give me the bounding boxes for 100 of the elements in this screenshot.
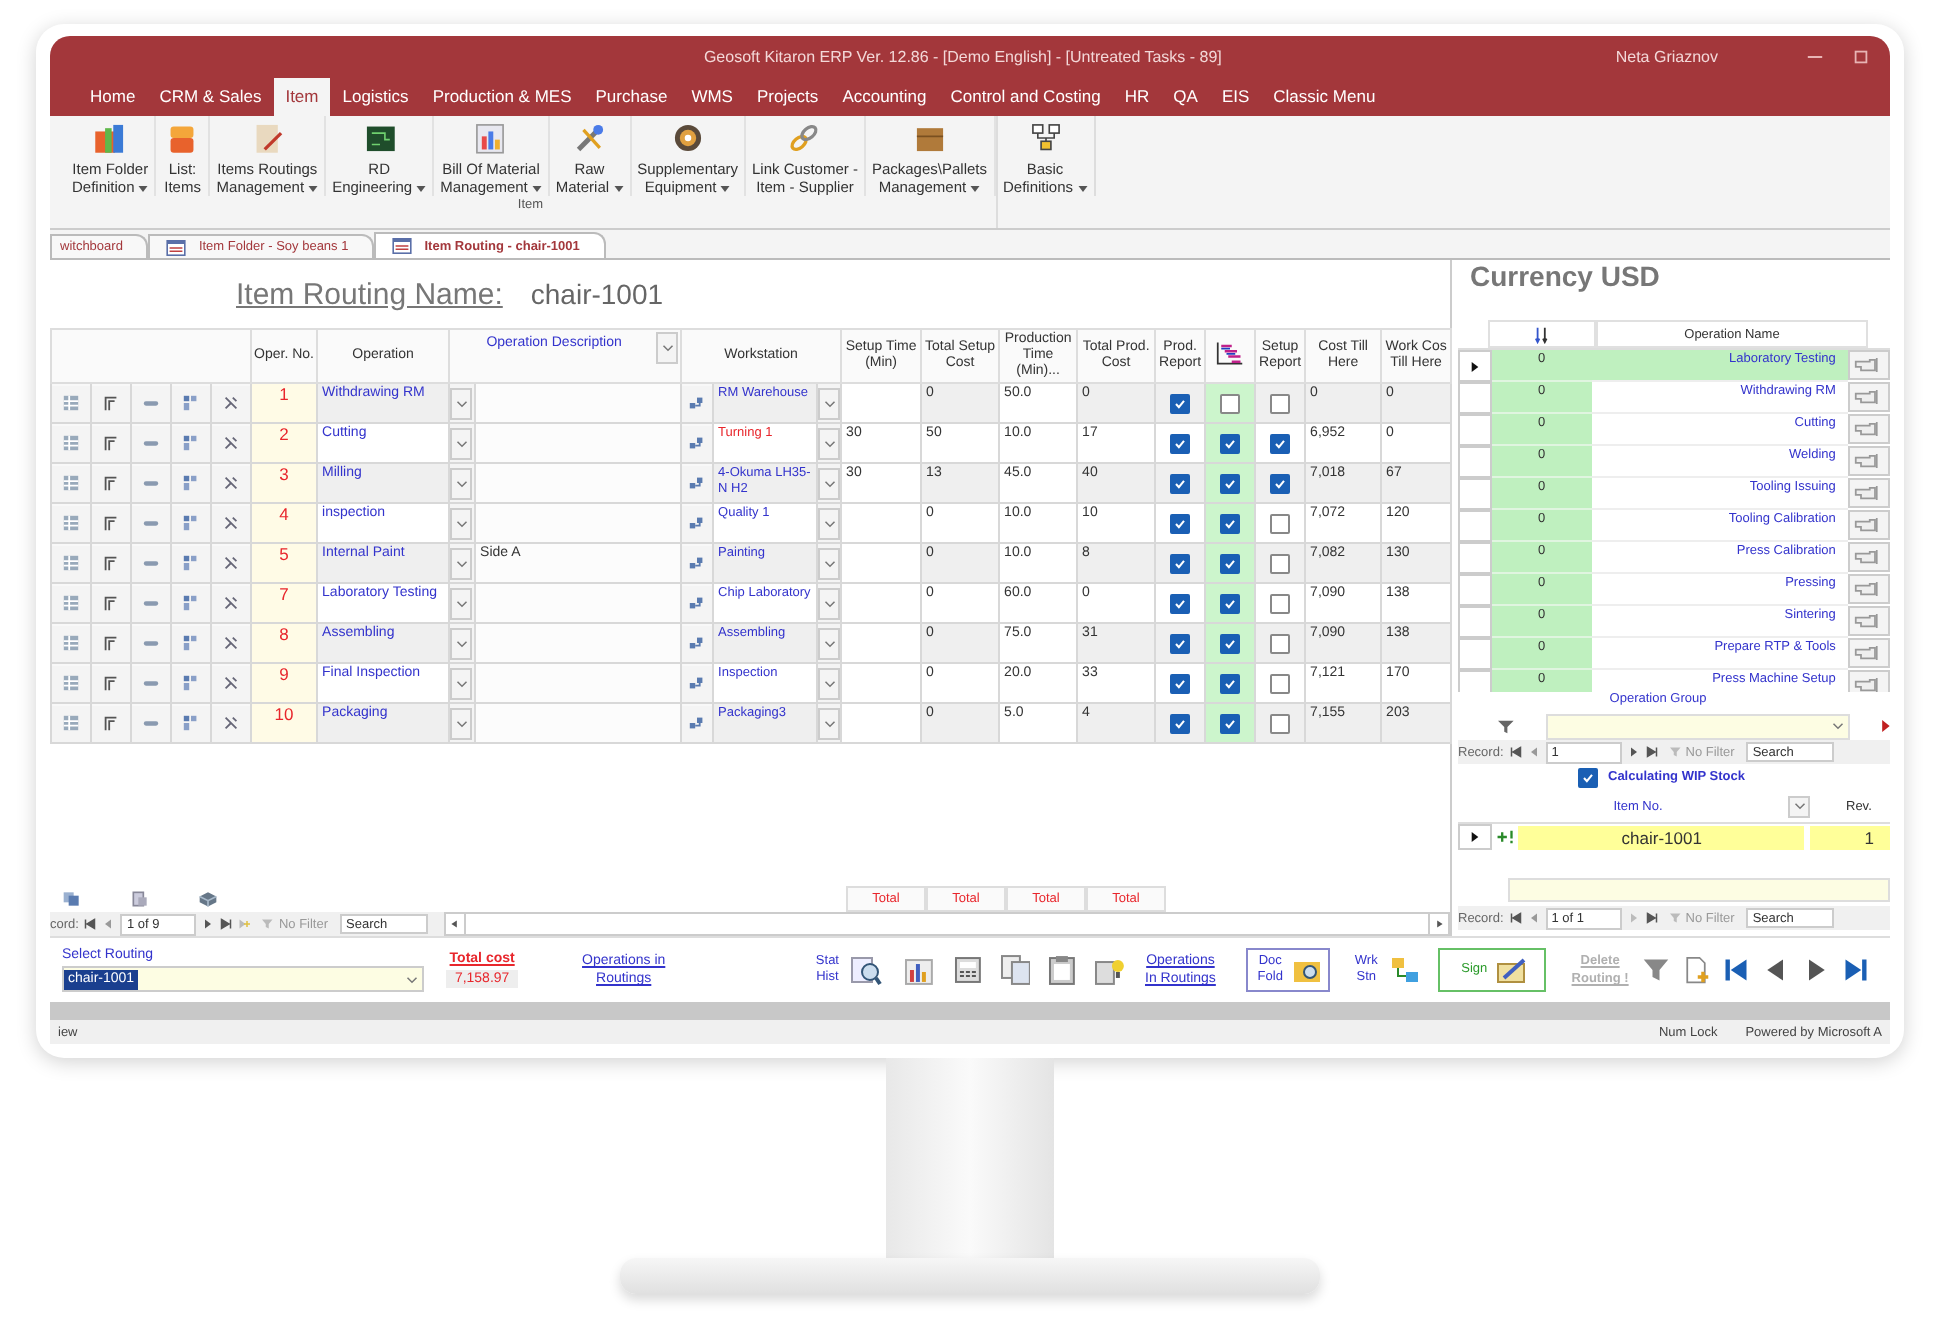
last-record-icon[interactable] [1645,746,1658,758]
checkbox[interactable] [1220,473,1241,493]
row-tool-button[interactable] [92,585,130,621]
checkbox[interactable] [1170,553,1191,573]
menu-tab[interactable]: Production & MES [420,78,584,116]
description-cell[interactable] [475,503,682,543]
row-tool-button[interactable] [92,545,130,581]
checkbox[interactable] [1220,673,1241,693]
checkbox[interactable] [1220,593,1241,613]
menu-tab[interactable]: Purchase [583,78,680,116]
checkbox[interactable] [1270,593,1291,613]
last-record-icon[interactable] [220,918,233,930]
workstation-link-button[interactable] [682,625,713,661]
lightbulb-icon[interactable] [1094,954,1127,986]
dropdown-button[interactable] [450,627,473,659]
row-tool-button[interactable] [92,625,130,661]
menu-tab[interactable]: Home [78,78,148,116]
menu-tab[interactable]: Projects [744,78,831,116]
dropdown-button[interactable] [818,587,841,619]
setup-time-cell[interactable] [841,663,922,703]
first-record-icon[interactable] [84,918,97,930]
scroll-right-icon[interactable] [1428,914,1448,934]
pointer-button[interactable] [1847,606,1890,636]
row-tool-button[interactable] [92,505,130,541]
row-tool-button[interactable] [212,625,251,661]
checkbox[interactable] [1170,673,1191,693]
row-tool-button[interactable] [212,385,251,421]
row-tool-button[interactable] [212,505,251,541]
workstation-link-button[interactable] [682,585,713,621]
horizontal-scrollbar[interactable] [444,912,1450,936]
workstation-link-button[interactable] [682,705,713,741]
checkbox[interactable] [1170,633,1191,653]
pointer-button[interactable] [1847,446,1890,476]
filter-icon[interactable] [1642,956,1670,984]
pointer-button[interactable] [1847,574,1890,604]
dropdown-button[interactable] [450,707,473,739]
menu-tab[interactable]: Control and Costing [938,78,1113,116]
row-tool-button[interactable] [92,465,130,501]
menu-tab[interactable]: EIS [1209,78,1262,116]
checkbox[interactable] [1170,433,1191,453]
dropdown-button[interactable] [818,667,841,699]
dropdown-button[interactable] [450,507,473,539]
row-tool-button[interactable] [212,545,251,581]
pointer-button[interactable] [1847,670,1890,692]
checkbox[interactable] [1270,513,1291,533]
dropdown-button[interactable] [450,587,473,619]
menu-tab[interactable]: Classic Menu [1261,78,1388,116]
setup-time-cell[interactable] [841,583,922,623]
row-tool-button[interactable] [212,585,251,621]
row-tool-button[interactable] [212,425,251,461]
row-tool-button[interactable] [212,705,251,741]
dropdown-button[interactable] [818,547,841,579]
checkbox[interactable] [1170,513,1191,533]
dropdown-button[interactable] [450,427,473,459]
checkbox[interactable] [1220,553,1241,573]
pointer-button[interactable] [1847,382,1890,412]
description-cell[interactable] [475,463,682,503]
row-tool-button[interactable] [92,665,130,701]
menu-tab[interactable]: Accounting [830,78,939,116]
dropdown-button[interactable] [450,547,473,579]
row-tool-button[interactable] [92,385,130,421]
workstation-link-button[interactable] [682,465,713,501]
dropdown-button[interactable] [818,427,841,459]
workstation-link-button[interactable] [682,425,713,461]
setup-time-cell[interactable] [841,623,922,663]
document-icon[interactable] [130,889,150,907]
dropdown-button[interactable] [818,387,841,419]
checkbox[interactable] [1270,633,1291,653]
description-cell[interactable] [475,583,682,623]
next-record-icon[interactable] [202,918,215,930]
copy-icon[interactable] [62,889,82,907]
item-no-cell[interactable]: chair-1001 [1518,825,1805,849]
description-cell[interactable] [475,383,682,423]
pointer-button[interactable] [1847,638,1890,668]
dropdown-button[interactable] [656,332,679,364]
last-record-icon[interactable] [1645,912,1658,924]
dropdown-button[interactable] [450,467,473,499]
bar-chart-icon[interactable] [903,954,936,986]
new-record-icon[interactable] [238,918,251,930]
row-tool-button[interactable] [92,425,130,461]
dropdown-button[interactable] [818,467,841,499]
new-document-icon[interactable] [1682,956,1710,984]
checkbox[interactable] [1270,713,1291,733]
menu-tab[interactable]: Logistics [330,78,421,116]
row-tool-button[interactable] [212,465,251,501]
checkbox[interactable] [1220,513,1241,533]
checkbox[interactable] [1170,593,1191,613]
row-selector[interactable] [1458,824,1492,850]
clipboard-icon[interactable] [1046,954,1079,986]
workstation-link-button[interactable] [682,545,713,581]
filter-icon[interactable] [1498,719,1514,733]
description-cell[interactable] [475,623,682,663]
workstation-link-button[interactable] [682,505,713,541]
workstation-link-button[interactable] [682,665,713,701]
dropdown-button[interactable] [818,627,841,659]
description-cell[interactable] [475,663,682,703]
checkbox[interactable] [1270,393,1291,413]
setup-time-cell[interactable] [841,383,922,423]
checkbox[interactable] [1170,713,1191,733]
dropdown-button[interactable] [818,507,841,539]
